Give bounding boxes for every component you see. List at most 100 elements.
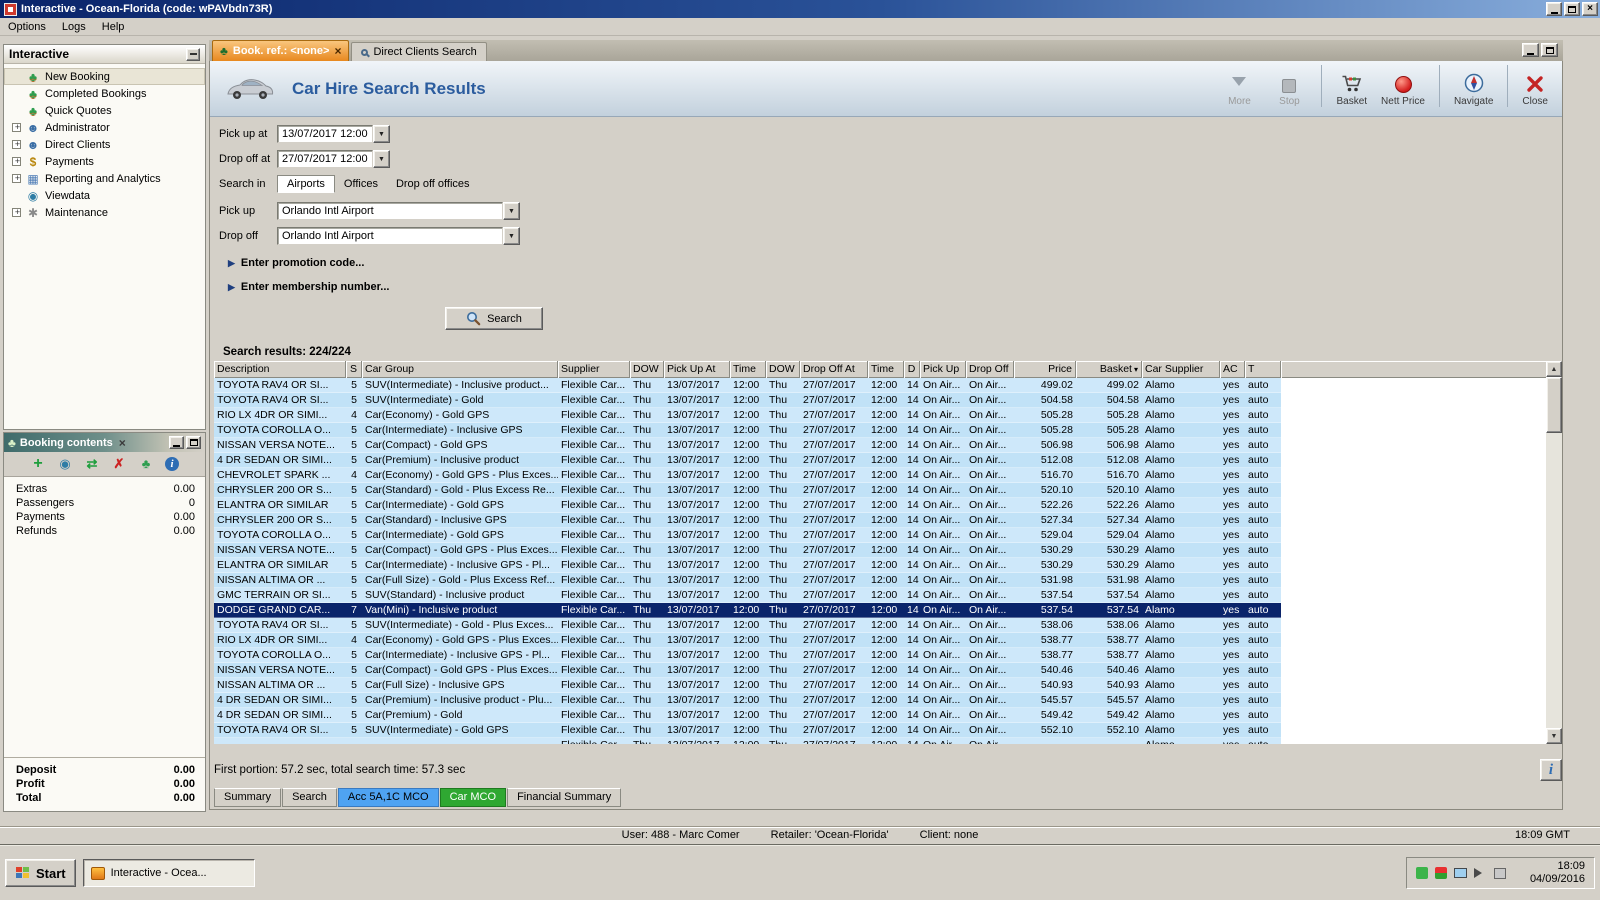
- bottom-tab[interactable]: Acc 5A,1C MCO: [337, 788, 439, 807]
- sidebar-item[interactable]: Quick Quotes: [4, 102, 205, 119]
- table-row[interactable]: TOYOTA COROLLA O... 5 Car(Intermediate) …: [214, 528, 1281, 543]
- column-header[interactable]: Description: [214, 361, 346, 378]
- dropoff-at-field[interactable]: 27/07/2017 12:00 ▼: [277, 150, 390, 168]
- antivirus-tray-icon[interactable]: [1416, 867, 1428, 879]
- column-header[interactable]: DOW: [766, 361, 800, 378]
- table-row[interactable]: CHEVROLET SPARK ... 4 Car(Economy) - Gol…: [214, 468, 1281, 483]
- chevron-down-icon[interactable]: ▼: [503, 227, 520, 245]
- scroll-down-icon[interactable]: ▼: [1546, 728, 1562, 744]
- volume-tray-icon[interactable]: [1474, 868, 1487, 878]
- table-row[interactable]: GMC TERRAIN OR SI... 5 SUV(Standard) - I…: [214, 588, 1281, 603]
- close-panel-icon[interactable]: ×: [119, 436, 126, 450]
- tab-booking-ref[interactable]: ♣ Book. ref.: <none> ×: [212, 40, 350, 61]
- column-header[interactable]: Drop Off At: [800, 361, 868, 378]
- bottom-tab[interactable]: Financial Summary: [507, 788, 622, 807]
- column-header[interactable]: DOW: [630, 361, 664, 378]
- expand-plus-icon[interactable]: [12, 123, 22, 132]
- table-row[interactable]: ELANTRA OR SIMILAR 5 Car(Intermediate) -…: [214, 498, 1281, 513]
- sidebar-item[interactable]: Payments: [4, 153, 205, 170]
- scrollbar-thumb[interactable]: [1546, 377, 1562, 433]
- info-icon[interactable]: [165, 457, 179, 471]
- device-tray-icon[interactable]: [1494, 867, 1506, 879]
- tab-direct-clients-search[interactable]: Direct Clients Search: [351, 42, 487, 61]
- column-header[interactable]: Basket: [1076, 361, 1142, 378]
- sync-tray-icon[interactable]: [1435, 867, 1447, 879]
- vertical-scrollbar[interactable]: ▲ ▼: [1546, 361, 1562, 744]
- column-header[interactable]: Pick Up: [920, 361, 966, 378]
- column-header[interactable]: Time: [730, 361, 766, 378]
- sidebar-item[interactable]: New Booking: [4, 68, 205, 85]
- sidebar-item[interactable]: Viewdata: [4, 187, 205, 204]
- scroll-up-icon[interactable]: ▲: [1546, 361, 1562, 377]
- sidebar-item[interactable]: Completed Bookings: [4, 85, 205, 102]
- column-header[interactable]: Time: [868, 361, 904, 378]
- table-row[interactable]: RIO LX 4DR OR SIMI... 4 Car(Economy) - G…: [214, 633, 1281, 648]
- table-row[interactable]: TOYOTA RAV4 OR SI... 5 SUV(Intermediate)…: [214, 393, 1281, 408]
- sidebar-item[interactable]: Maintenance: [4, 204, 205, 221]
- close-window-button[interactable]: ×: [1582, 2, 1598, 16]
- app-icon[interactable]: [4, 2, 17, 16]
- search-button[interactable]: Search: [445, 307, 543, 330]
- column-header[interactable]: Pick Up At: [664, 361, 730, 378]
- column-header[interactable]: S: [346, 361, 362, 378]
- dropoff-location-select[interactable]: Orlando Intl Airport ▼: [277, 227, 520, 245]
- mdi-restore-button[interactable]: [1541, 43, 1558, 57]
- minimize-button[interactable]: [1546, 2, 1562, 16]
- panel-restore-button[interactable]: [186, 436, 201, 449]
- delete-icon[interactable]: [111, 456, 127, 472]
- scrollbar-track[interactable]: [1546, 433, 1562, 728]
- membership-number-expander[interactable]: ▶ Enter membership number...: [228, 281, 1562, 293]
- chevron-down-icon[interactable]: ▼: [503, 202, 520, 220]
- table-row[interactable]: RIO LX 4DR OR SIMI... 4 Car(Economy) - G…: [214, 408, 1281, 423]
- taskbar-clock[interactable]: 18:09 04/09/2016: [1513, 860, 1585, 886]
- mdi-minimize-button[interactable]: [1522, 43, 1539, 57]
- table-row[interactable]: TOYOTA RAV4 OR SI... 5 SUV(Intermediate)…: [214, 378, 1281, 393]
- menu-options[interactable]: Options: [0, 20, 54, 34]
- globe-icon[interactable]: [57, 456, 73, 472]
- column-header[interactable]: Car Supplier: [1142, 361, 1220, 378]
- table-row[interactable]: NISSAN VERSA NOTE... 5 Car(Compact) - Go…: [214, 543, 1281, 558]
- table-row[interactable]: CHRYSLER 200 OR S... 5 Car(Standard) - G…: [214, 483, 1281, 498]
- sidebar-item[interactable]: Reporting and Analytics: [4, 170, 205, 187]
- search-in-option[interactable]: Drop off offices: [387, 176, 479, 192]
- dropoff-location-value[interactable]: Orlando Intl Airport: [277, 227, 503, 245]
- column-header[interactable]: D: [904, 361, 920, 378]
- tab-close-icon[interactable]: ×: [334, 44, 341, 58]
- table-row[interactable]: 4 DR SEDAN OR SIMI... 5 Car(Premium) - I…: [214, 453, 1281, 468]
- info-button[interactable]: [1540, 759, 1562, 781]
- pickup-at-value[interactable]: 13/07/2017 12:00: [277, 125, 373, 143]
- pickup-location-select[interactable]: Orlando Intl Airport ▼: [277, 202, 520, 220]
- close-button[interactable]: Close: [1507, 65, 1548, 107]
- table-row[interactable]: NISSAN VERSA NOTE... 5 Car(Compact) - Go…: [214, 663, 1281, 678]
- table-row[interactable]: NISSAN ALTIMA OR ... 5 Car(Full Size) - …: [214, 573, 1281, 588]
- column-header[interactable]: AC: [1220, 361, 1245, 378]
- table-row[interactable]: TOYOTA COROLLA O... 5 Car(Intermediate) …: [214, 648, 1281, 663]
- pickup-at-field[interactable]: 13/07/2017 12:00 ▼: [277, 125, 390, 143]
- table-row[interactable]: DODGE GRAND CAR... 7 Van(Mini) - Inclusi…: [214, 603, 1281, 618]
- table-row[interactable]: TOYOTA RAV4 OR SI... 5 SUV(Intermediate)…: [214, 618, 1281, 633]
- chevron-down-icon[interactable]: ▼: [373, 125, 390, 143]
- sidebar-item[interactable]: Direct Clients: [4, 136, 205, 153]
- sidebar-collapse-button[interactable]: [186, 47, 200, 61]
- expand-plus-icon[interactable]: [12, 140, 22, 149]
- menu-help[interactable]: Help: [94, 20, 133, 34]
- bottom-tab[interactable]: Car MCO: [439, 788, 507, 807]
- column-header[interactable]: Drop Off: [966, 361, 1014, 378]
- search-in-option[interactable]: Offices: [335, 176, 387, 192]
- table-row[interactable]: TOYOTA RAV4 OR SI... 5 SUV(Intermediate)…: [214, 723, 1281, 738]
- nett-price-button[interactable]: Nett Price: [1381, 65, 1425, 107]
- dropoff-at-value[interactable]: 27/07/2017 12:00: [277, 150, 373, 168]
- panel-minimize-button[interactable]: [169, 436, 184, 449]
- expand-plus-icon[interactable]: [12, 174, 22, 183]
- table-row[interactable]: NISSAN ALTIMA OR ... 5 Car(Full Size) - …: [214, 678, 1281, 693]
- expand-plus-icon[interactable]: [12, 157, 22, 166]
- column-header[interactable]: Car Group: [362, 361, 558, 378]
- add-icon[interactable]: [30, 456, 46, 472]
- table-row[interactable]: 4 DR SEDAN OR SIMI... 5 Car(Premium) - I…: [214, 693, 1281, 708]
- expand-plus-icon[interactable]: [12, 208, 22, 217]
- table-row[interactable]: NISSAN VERSA NOTE... 5 Car(Compact) - Go…: [214, 438, 1281, 453]
- menu-logs[interactable]: Logs: [54, 20, 94, 34]
- maximize-button[interactable]: [1564, 2, 1580, 16]
- basket-button[interactable]: Basket: [1321, 65, 1367, 107]
- bottom-tab[interactable]: Summary: [214, 788, 282, 807]
